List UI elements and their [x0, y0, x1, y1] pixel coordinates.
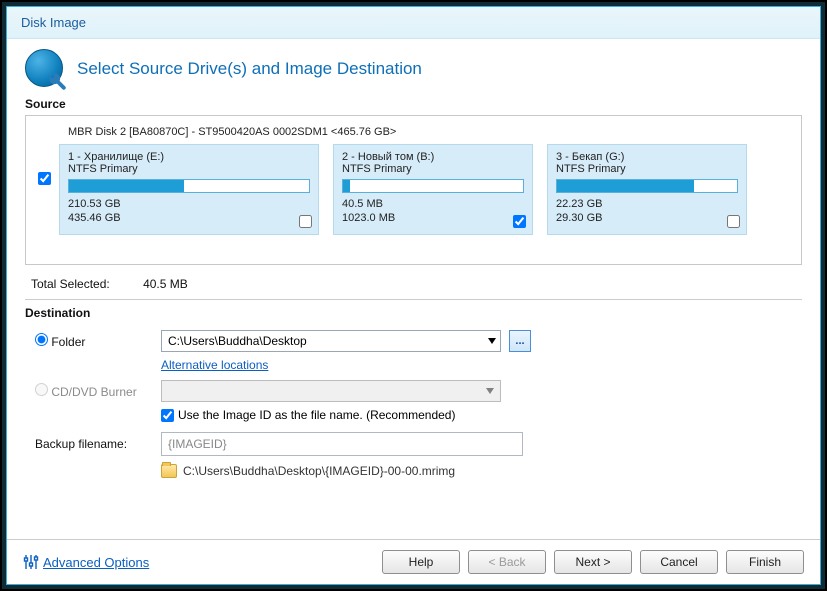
page-title: Select Source Drive(s) and Image Destina… [77, 59, 422, 79]
partition-type: NTFS Primary [556, 163, 738, 175]
sliders-icon [23, 554, 39, 570]
folder-radio-label[interactable]: Folder [35, 333, 153, 349]
finish-button[interactable]: Finish [726, 550, 804, 574]
partition-name: 3 - Бекап (G:) [556, 151, 738, 163]
source-box: MBR Disk 2 [BA80870C] - ST9500420AS 0002… [25, 115, 802, 265]
burner-label-text: CD/DVD Burner [51, 385, 136, 399]
folder-icon [161, 464, 177, 478]
partition-type: NTFS Primary [342, 163, 524, 175]
folder-label-text: Folder [51, 335, 85, 349]
backup-filename-label: Backup filename: [35, 437, 153, 451]
alternative-locations-link[interactable]: Alternative locations [161, 358, 268, 372]
partition-sizes: 22.23 GB29.30 GB [556, 197, 738, 226]
total-selected-value: 40.5 MB [143, 277, 188, 291]
footer: Advanced Options Help < Back Next > Canc… [7, 539, 820, 584]
output-path-row: C:\Users\Buddha\Desktop\{IMAGEID}-00-00.… [161, 464, 802, 478]
partition-type: NTFS Primary [68, 163, 310, 175]
destination-grid: Folder ... Alternative locations CD/DVD … [25, 324, 802, 478]
burner-radio-label[interactable]: CD/DVD Burner [35, 383, 153, 399]
partition-checkbox[interactable] [727, 215, 740, 228]
folder-path-input[interactable] [161, 330, 501, 352]
use-imageid-checkbox[interactable] [161, 409, 174, 422]
window-title: Disk Image [21, 15, 86, 30]
partition-usage-bar [68, 179, 310, 193]
partition[interactable]: 1 - Хранилище (E:)NTFS Primary 210.53 GB4… [59, 144, 319, 235]
browse-button[interactable]: ... [509, 330, 531, 352]
help-button[interactable]: Help [382, 550, 460, 574]
disk-image-icon [25, 49, 65, 89]
page-header: Select Source Drive(s) and Image Destina… [25, 49, 802, 89]
partition-name: 2 - Новый том (B:) [342, 151, 524, 163]
advanced-options-text: Advanced Options [43, 555, 149, 570]
backup-filename-input[interactable] [161, 432, 523, 456]
total-selected-row: Total Selected: 40.5 MB [25, 273, 802, 300]
back-button: < Back [468, 550, 546, 574]
content-area: Select Source Drive(s) and Image Destina… [7, 39, 820, 478]
partitions-container: 1 - Хранилище (E:)NTFS Primary210.53 GB4… [59, 144, 789, 235]
disk-title: MBR Disk 2 [BA80870C] - ST9500420AS 0002… [68, 126, 789, 138]
use-imageid-label: Use the Image ID as the file name. (Reco… [178, 408, 455, 422]
partition[interactable]: 3 - Бекап (G:)NTFS Primary 22.23 GB29.30 … [547, 144, 747, 235]
next-button[interactable]: Next > [554, 550, 632, 574]
partition-name: 1 - Хранилище (E:) [68, 151, 310, 163]
partition-usage-bar [342, 179, 524, 193]
partition-checkbox[interactable] [513, 215, 526, 228]
total-selected-label: Total Selected: [31, 277, 110, 291]
burner-combo [161, 380, 501, 402]
folder-radio[interactable] [35, 333, 48, 346]
cancel-button[interactable]: Cancel [640, 550, 718, 574]
advanced-options-link[interactable]: Advanced Options [23, 554, 149, 570]
partition-usage-bar [556, 179, 738, 193]
titlebar: Disk Image [7, 7, 820, 39]
burner-radio [35, 383, 48, 396]
partition-sizes: 210.53 GB435.46 GB [68, 197, 310, 226]
dialog-window: Disk Image Select Source Drive(s) and Im… [6, 6, 821, 585]
partition[interactable]: 2 - Новый том (B:)NTFS Primary 40.5 MB102… [333, 144, 533, 235]
partition-sizes: 40.5 MB1023.0 MB [342, 197, 524, 226]
output-path-text: C:\Users\Buddha\Desktop\{IMAGEID}-00-00.… [183, 464, 455, 478]
destination-section-label: Destination [25, 306, 802, 320]
source-section-label: Source [25, 97, 802, 111]
disk-checkbox[interactable] [38, 172, 51, 185]
partition-checkbox[interactable] [299, 215, 312, 228]
